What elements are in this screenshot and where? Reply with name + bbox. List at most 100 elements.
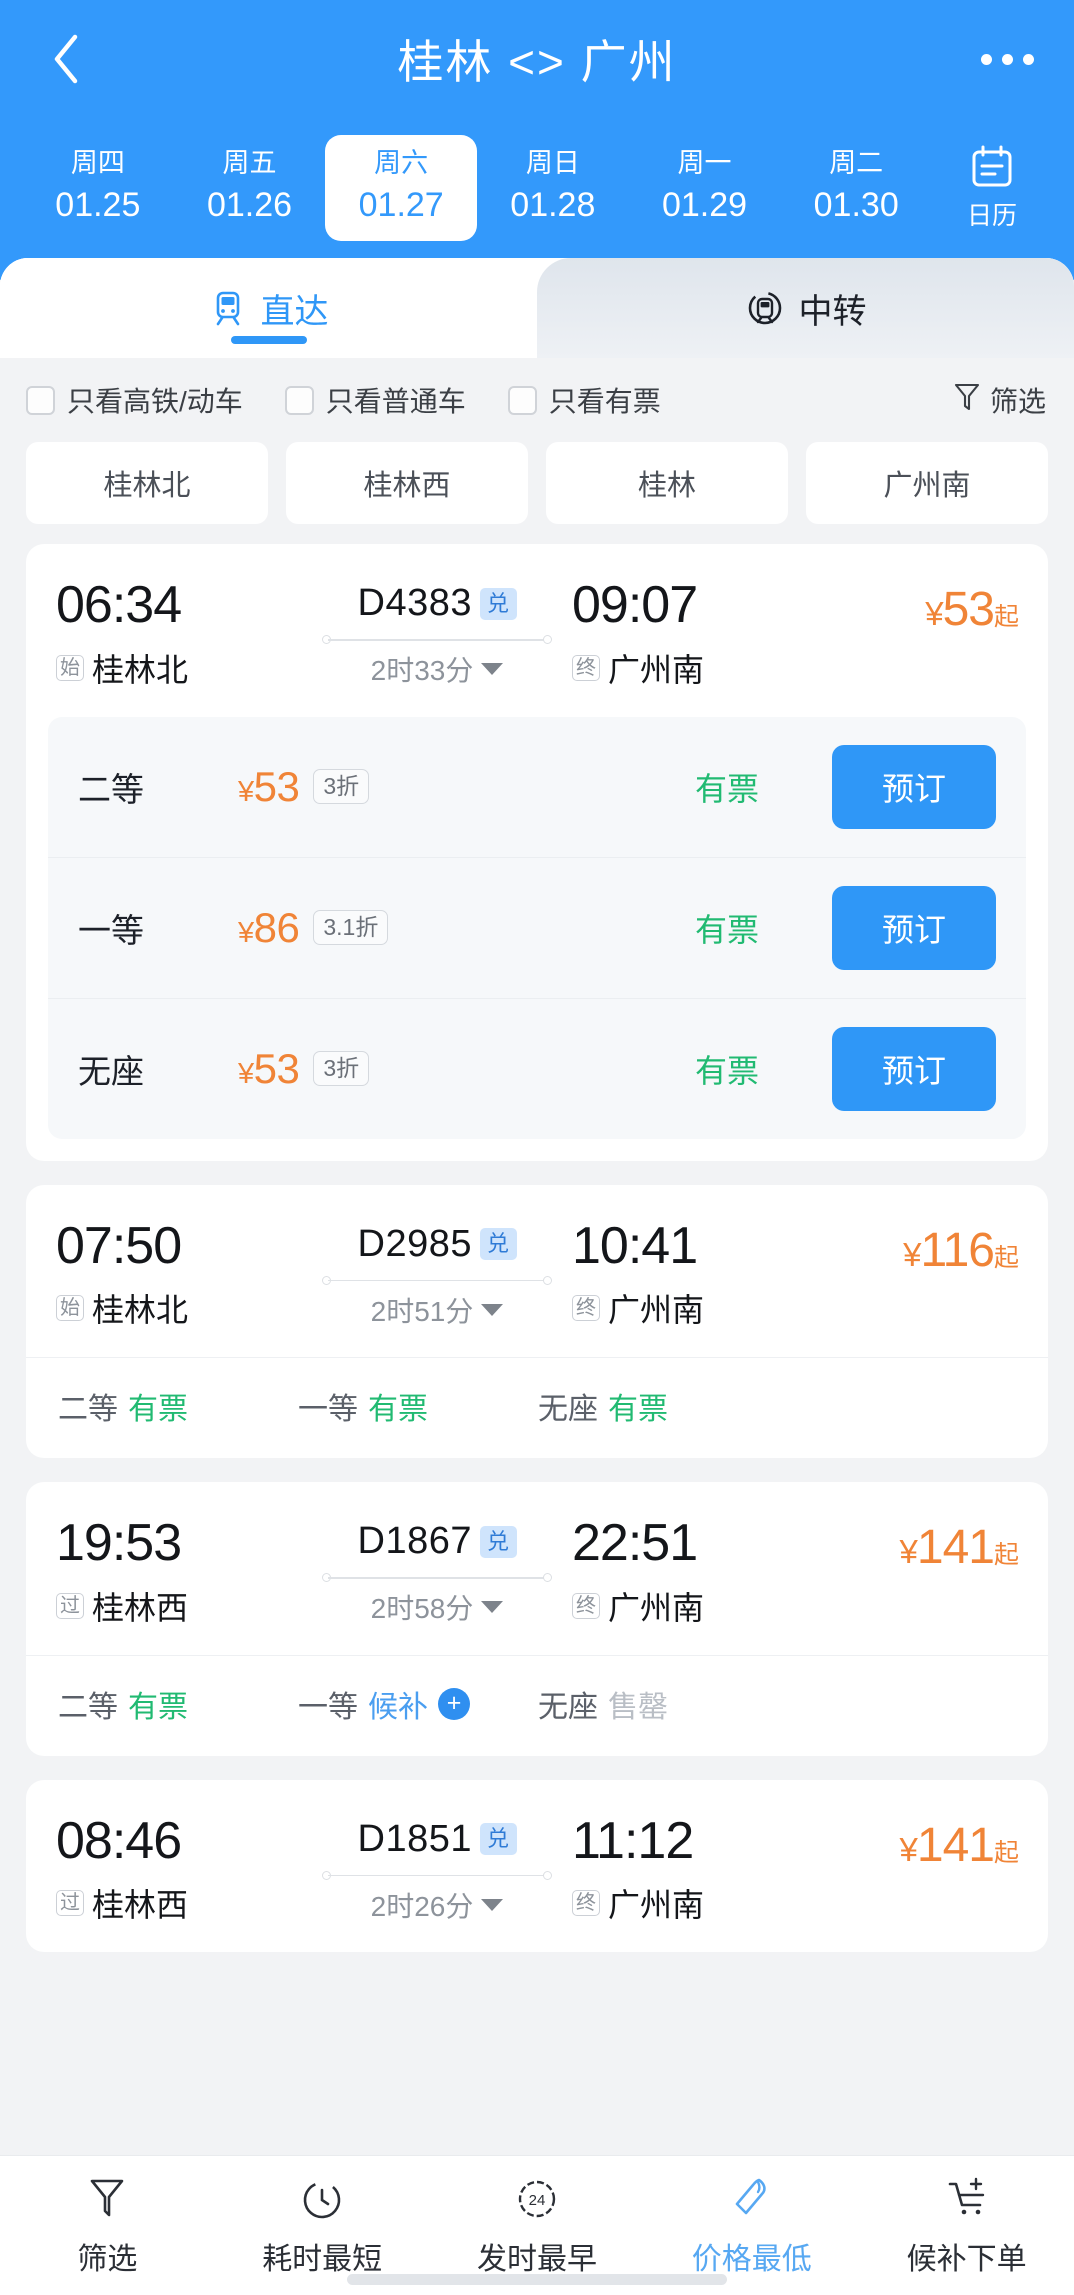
arrival-station-line: 终 广州南 — [572, 1583, 818, 1629]
departure-station: 桂林西 — [92, 1589, 189, 1626]
date-item-4[interactable]: 周一 01.29 — [629, 135, 781, 240]
tab-direct[interactable]: 直达 — [0, 258, 537, 358]
chevron-down-icon — [481, 663, 504, 675]
price-column: ¥141起 — [818, 1814, 1019, 1873]
bottom-item-filter[interactable]: 筛选 — [0, 2172, 215, 2278]
chevron-down-icon — [481, 1898, 504, 1911]
station-chip-guangzhounan[interactable]: 广州南 — [806, 442, 1048, 524]
departure-time: 06:34 — [56, 576, 182, 634]
station-chip-guilinbei[interactable]: 桂林北 — [26, 442, 268, 524]
more-options-icon[interactable] — [981, 53, 1034, 65]
plus-icon[interactable]: + — [438, 1687, 470, 1720]
train-card[interactable]: 07:50 始 桂林北 D2985 兑 2时51分 10:41 终 广州南 ¥1… — [26, 1184, 1048, 1459]
app-header: 桂林 <> 广州 周四 01.25 周五 01.26 周六 01.27 周日 0… — [0, 0, 1074, 280]
currency-symbol: ¥ — [903, 1235, 921, 1273]
checkbox-box — [26, 385, 55, 415]
date-weekday: 周六 — [374, 148, 429, 179]
seat-status: 有票 — [128, 1393, 188, 1427]
seat-summary-item: 一等 有票 — [298, 1384, 538, 1428]
funnel-icon — [87, 2172, 127, 2224]
filter-label: 筛选 — [989, 386, 1046, 417]
seat-class-name: 二等 — [78, 770, 144, 808]
arrival-station-line: 终 广州南 — [572, 1880, 818, 1926]
route-dot-right — [543, 635, 552, 644]
filter-button[interactable]: 筛选 — [954, 380, 1046, 420]
date-item-2-selected[interactable]: 周六 01.27 — [325, 135, 478, 241]
price-suffix: 起 — [993, 1541, 1019, 1570]
checkbox-label: 只看普通车 — [325, 386, 466, 417]
bottom-item-waitlist-order[interactable]: 候补下单 — [859, 2172, 1074, 2278]
tab-transfer[interactable]: 中转 — [537, 258, 1074, 358]
seat-class-name: 一等 — [78, 911, 144, 949]
page-title: 桂林 <> 广州 — [397, 36, 677, 88]
route-dot-right — [543, 1573, 552, 1583]
train-card[interactable]: 19:53 过 桂林西 D1867 兑 2时58分 22:51 终 广州南 ¥1… — [26, 1482, 1048, 1756]
bottom-item-earliest-departure[interactable]: 24 发时最早 — [430, 2172, 645, 2278]
departure-station-line: 过 桂林西 — [56, 1880, 302, 1926]
train-card-header[interactable]: 19:53 过 桂林西 D1867 兑 2时58分 22:51 终 广州南 ¥1… — [26, 1482, 1048, 1655]
book-button[interactable]: 预订 — [832, 744, 996, 829]
departure-tag: 过 — [56, 1890, 84, 1917]
book-button[interactable]: 预订 — [832, 885, 996, 970]
price-value: 141 — [916, 1521, 995, 1575]
seat-price-group: ¥53 3折 — [238, 1045, 622, 1093]
discount-badge: 3.1折 — [313, 910, 389, 946]
nav-bar: 桂林 <> 广州 — [0, 0, 1074, 118]
duration-toggle[interactable]: 2时51分 — [371, 1290, 504, 1330]
date-item-1[interactable]: 周五 01.26 — [174, 135, 326, 240]
date-weekday: 周一 — [677, 148, 732, 179]
seat-summary-item-waitlist[interactable]: 一等 候补 + — [298, 1682, 538, 1726]
calendar-button[interactable]: 日历 — [932, 144, 1052, 232]
date-weekday: 周日 — [525, 148, 580, 179]
chevron-down-icon — [481, 1303, 504, 1316]
departure-column: 06:34 始 桂林北 — [56, 578, 302, 691]
seat-class-name: 无座 — [538, 1393, 598, 1427]
arrival-column: 09:07 终 广州南 — [572, 578, 818, 691]
checkbox-highspeed[interactable]: 只看高铁/动车 — [26, 380, 243, 420]
route-line — [322, 1571, 552, 1585]
date-number: 01.25 — [55, 186, 141, 225]
exchange-badge: 兑 — [479, 1525, 517, 1558]
lowest-price: ¥141起 — [818, 1818, 1019, 1873]
route-bar — [328, 1874, 546, 1877]
checkbox-normal[interactable]: 只看普通车 — [284, 380, 466, 420]
duration-toggle[interactable]: 2时26分 — [371, 1885, 504, 1925]
train-card[interactable]: 08:46 过 桂林西 D1851 兑 2时26分 11:12 终 广州南 ¥1… — [26, 1779, 1048, 1953]
date-item-3[interactable]: 周日 01.28 — [477, 135, 629, 240]
arrival-tag: 终 — [572, 1295, 600, 1322]
exchange-badge: 兑 — [479, 587, 517, 620]
back-icon[interactable] — [40, 33, 92, 85]
route-line — [322, 633, 552, 647]
duration-toggle[interactable]: 2时58分 — [371, 1587, 504, 1627]
route-bar — [328, 1577, 546, 1579]
duration-toggle[interactable]: 2时33分 — [371, 649, 504, 689]
departure-station-line: 始 桂林北 — [56, 645, 302, 691]
seat-row-second-class: 二等 ¥53 3折 有票 预订 — [48, 717, 1026, 858]
checkbox-box — [284, 385, 314, 415]
date-weekday: 周二 — [829, 148, 884, 179]
station-chip-guilinxi[interactable]: 桂林西 — [286, 442, 528, 524]
train-card[interactable]: 06:34 始 桂林北 D4383 兑 2时33分 09:07 终 广州南 ¥5… — [26, 544, 1048, 1161]
trip-type-tabs: 直达 中转 — [0, 258, 1074, 358]
train-card-header[interactable]: 07:50 始 桂林北 D2985 兑 2时51分 10:41 终 广州南 ¥1… — [26, 1185, 1048, 1358]
bottom-item-label: 筛选 — [77, 2243, 138, 2276]
arrival-column: 22:51 终 广州南 — [572, 1516, 818, 1629]
bottom-item-shortest-duration[interactable]: 耗时最短 — [215, 2172, 430, 2278]
route-bar — [328, 1279, 546, 1282]
home-indicator — [347, 2274, 727, 2285]
date-item-0[interactable]: 周四 01.25 — [22, 135, 174, 240]
seat-status: 有票 — [694, 911, 759, 948]
station-chip-guilin[interactable]: 桂林 — [546, 442, 788, 524]
checkbox-available[interactable]: 只看有票 — [507, 380, 661, 420]
train-number-row: D4383 兑 — [358, 582, 517, 625]
bottom-item-lowest-price[interactable]: 价格最低 — [644, 2172, 859, 2278]
train-number: D2985 — [357, 1222, 472, 1265]
date-item-5[interactable]: 周二 01.30 — [780, 135, 932, 240]
seat-summary-row: 二等 有票 一等 有票 无座 有票 — [26, 1357, 1048, 1458]
book-button[interactable]: 预订 — [832, 1026, 996, 1111]
train-card-header[interactable]: 06:34 始 桂林北 D4383 兑 2时33分 09:07 终 广州南 ¥5… — [26, 544, 1048, 717]
train-card-header[interactable]: 08:46 过 桂林西 D1851 兑 2时26分 11:12 终 广州南 ¥1… — [26, 1780, 1048, 1953]
seat-class-name: 二等 — [58, 1690, 118, 1724]
seat-class-name: 无座 — [538, 1690, 598, 1724]
departure-station-line: 过 桂林西 — [56, 1583, 302, 1629]
